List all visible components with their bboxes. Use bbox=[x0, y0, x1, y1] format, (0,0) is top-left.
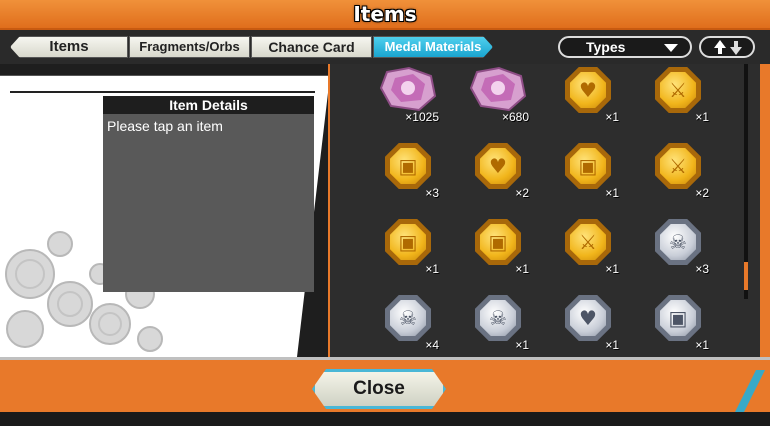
item-details-message: Please tap an item bbox=[107, 118, 223, 134]
item-quantity: ×1 bbox=[695, 110, 709, 124]
tab-chance-card[interactable]: Chance Card bbox=[251, 36, 372, 58]
divider bbox=[10, 91, 315, 93]
item-slot[interactable]: ⚔ ×1 bbox=[545, 216, 625, 286]
item-slot[interactable]: ▣ ×1 bbox=[365, 216, 445, 286]
gold-armor-medal-icon: ▣ bbox=[385, 143, 431, 189]
silver-armor-medal-icon: ▣ bbox=[655, 295, 701, 341]
sort-up-arrow-icon bbox=[714, 40, 726, 48]
item-quantity: ×2 bbox=[515, 186, 529, 200]
types-dropdown-label: Types bbox=[586, 39, 626, 55]
silver-heart-medal-icon: ♥ bbox=[565, 295, 611, 341]
close-button[interactable]: Close bbox=[312, 369, 446, 409]
item-slot[interactable]: ♥ ×1 bbox=[545, 64, 625, 134]
item-slot[interactable]: ☠ ×4 bbox=[365, 292, 445, 362]
background-strip bbox=[0, 412, 770, 426]
chevron-down-icon bbox=[664, 44, 678, 52]
item-slot[interactable]: ×1025 bbox=[365, 64, 445, 134]
item-details-box: Item Details Please tap an item bbox=[103, 96, 314, 292]
item-slot[interactable]: ☠ ×3 bbox=[635, 216, 715, 286]
item-details-panel: Item Details Please tap an item bbox=[0, 64, 330, 357]
item-grid: ×1025 ×680 ♥ ×1 ⚔ ×1 ▣ ×3 ♥ ×2 ▣ ×1 ⚔ ×2 ▣ ×1 ▣ ×1 ⚔ ×1 ☠ ×3 ☠… bbox=[330, 64, 760, 357]
gold-heart-medal-icon: ♥ bbox=[475, 143, 521, 189]
item-slot[interactable]: ▣ ×1 bbox=[635, 292, 715, 362]
item-quantity: ×4 bbox=[425, 338, 439, 352]
silver-skull-medal-icon: ☠ bbox=[655, 219, 701, 265]
item-slot[interactable]: ♥ ×1 bbox=[545, 292, 625, 362]
silver-skull-medal-icon: ☠ bbox=[475, 295, 521, 341]
item-quantity: ×1 bbox=[515, 338, 529, 352]
dialog-title: Items bbox=[353, 2, 417, 26]
item-quantity: ×1 bbox=[695, 338, 709, 352]
sort-order-button[interactable] bbox=[699, 36, 755, 58]
item-slot[interactable]: ⚔ ×2 bbox=[635, 140, 715, 210]
item-quantity: ×3 bbox=[425, 186, 439, 200]
tab-items[interactable]: Items bbox=[10, 36, 128, 58]
item-slot[interactable]: ♥ ×2 bbox=[455, 140, 535, 210]
sort-down-arrow-icon bbox=[730, 47, 742, 55]
gold-armor-medal-icon: ▣ bbox=[565, 143, 611, 189]
medal-fragment-icon bbox=[379, 66, 437, 112]
item-details-header: Item Details bbox=[103, 96, 314, 114]
item-slot[interactable]: ▣ ×1 bbox=[545, 140, 625, 210]
item-quantity: ×1 bbox=[515, 262, 529, 276]
silver-skull-medal-icon: ☠ bbox=[385, 295, 431, 341]
tab-fragments-orbs[interactable]: Fragments/Orbs bbox=[129, 36, 250, 58]
item-quantity: ×1 bbox=[605, 186, 619, 200]
item-quantity: ×1 bbox=[425, 262, 439, 276]
gold-sword-medal-icon: ⚔ bbox=[655, 67, 701, 113]
item-quantity: ×1 bbox=[605, 338, 619, 352]
item-quantity: ×680 bbox=[501, 110, 529, 124]
gold-sword-medal-icon: ⚔ bbox=[655, 143, 701, 189]
item-slot[interactable]: ▣ ×3 bbox=[365, 140, 445, 210]
types-dropdown[interactable]: Types bbox=[558, 36, 692, 58]
gold-heart-medal-icon: ♥ bbox=[565, 67, 611, 113]
item-slot[interactable]: ⚔ ×1 bbox=[635, 64, 715, 134]
gold-armor-medal-icon: ▣ bbox=[385, 219, 431, 265]
item-quantity: ×1 bbox=[605, 262, 619, 276]
gold-armor-medal-icon: ▣ bbox=[475, 219, 521, 265]
item-quantity: ×1 bbox=[605, 110, 619, 124]
item-slot[interactable]: ×680 bbox=[455, 64, 535, 134]
tab-bar: Items Fragments/Orbs Chance Card Medal M… bbox=[0, 30, 770, 64]
medal-fragment-icon bbox=[469, 66, 527, 112]
tab-medal-materials[interactable]: Medal Materials bbox=[373, 36, 493, 58]
item-slot[interactable]: ☠ ×1 bbox=[455, 292, 535, 362]
item-slot[interactable]: ▣ ×1 bbox=[455, 216, 535, 286]
item-quantity: ×1025 bbox=[405, 110, 439, 124]
item-quantity: ×3 bbox=[695, 262, 709, 276]
scrollbar-thumb[interactable] bbox=[744, 262, 748, 290]
title-bar: Items bbox=[0, 0, 770, 30]
gold-sword-medal-icon: ⚔ bbox=[565, 219, 611, 265]
item-quantity: ×2 bbox=[695, 186, 709, 200]
